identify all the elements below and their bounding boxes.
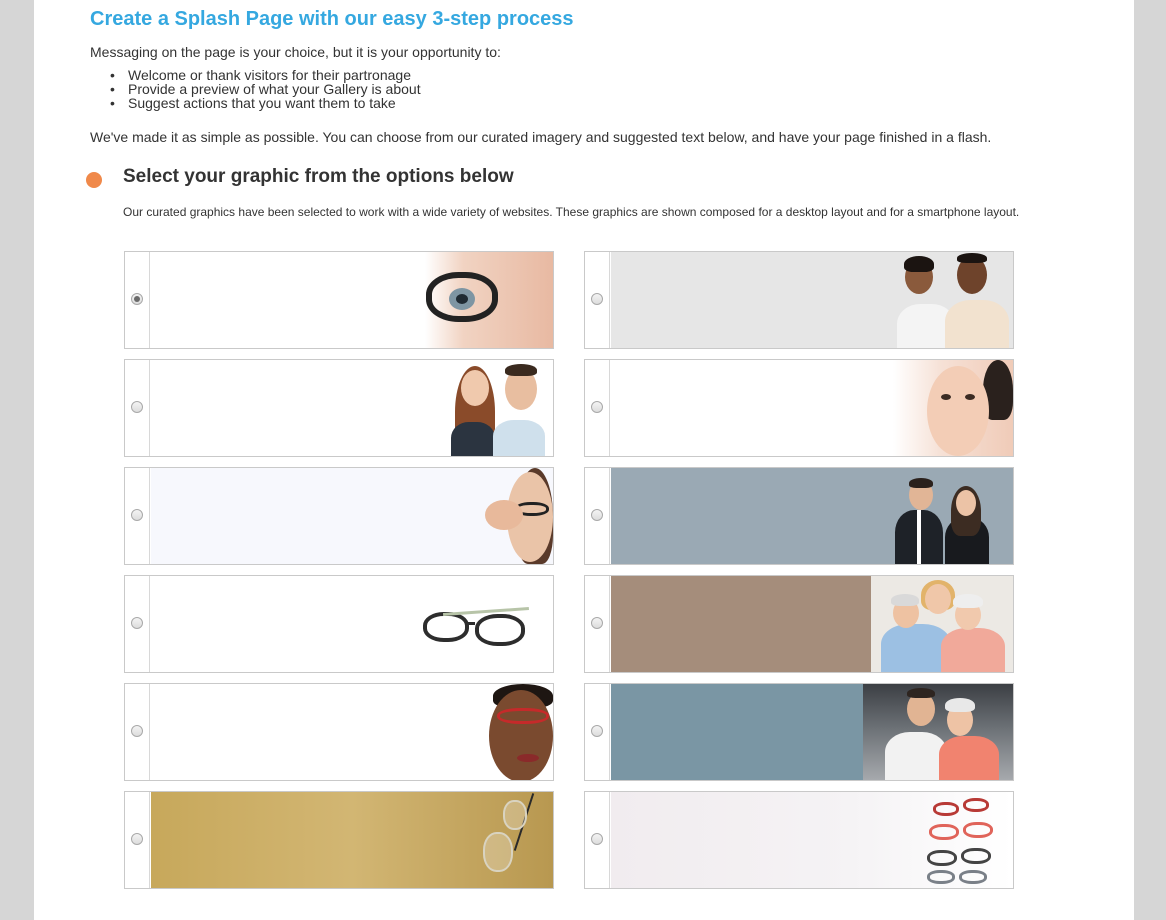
graphic-thumbnail: [151, 252, 553, 348]
graphic-radio[interactable]: [131, 617, 143, 629]
graphic-radio[interactable]: [591, 725, 603, 737]
intro-text: Messaging on the page is your choice, bu…: [90, 44, 501, 60]
page-title: Create a Splash Page with our easy 3-ste…: [90, 8, 574, 30]
graphic-radio[interactable]: [591, 833, 603, 845]
graphic-option-gold-glasses-chain[interactable]: [124, 791, 554, 889]
graphic-thumbnail: [151, 468, 553, 564]
graphic-option-woman-adjusting-glasses[interactable]: [124, 467, 554, 565]
graphic-thumbnail: [611, 684, 1013, 780]
graphic-radio[interactable]: [131, 293, 143, 305]
graphic-option-eyeglasses-product[interactable]: [124, 575, 554, 673]
graphic-thumbnail: [151, 576, 553, 672]
splash-page-panel: Create a Splash Page with our easy 3-ste…: [34, 0, 1134, 920]
step-indicator-dot: [86, 172, 102, 188]
graphic-radio[interactable]: [591, 293, 603, 305]
graphic-radio[interactable]: [591, 401, 603, 413]
graphic-radio[interactable]: [131, 725, 143, 737]
graphic-option-woman-face-portrait[interactable]: [584, 359, 1014, 457]
graphic-thumbnail: [151, 792, 553, 888]
step-heading: Select your graphic from the options bel…: [123, 166, 514, 187]
graphic-option-senior-couple-hug[interactable]: [584, 683, 1014, 781]
graphic-thumbnail: [611, 792, 1013, 888]
graphic-radio[interactable]: [591, 617, 603, 629]
graphic-thumbnail: [611, 252, 1013, 348]
simple-text: We've made it as simple as possible. You…: [90, 129, 992, 145]
graphic-radio[interactable]: [131, 833, 143, 845]
graphic-option-couple-with-glasses[interactable]: [124, 359, 554, 457]
graphic-thumbnail: [611, 576, 1013, 672]
step-description: Our curated graphics have been selected …: [123, 205, 1020, 219]
list-item: Welcome or thank visitors for their part…: [110, 68, 421, 82]
graphic-option-smiling-couple[interactable]: [584, 251, 1014, 349]
graphic-radio[interactable]: [131, 509, 143, 521]
graphic-thumbnail: [151, 360, 553, 456]
list-item: Provide a preview of what your Gallery i…: [110, 82, 421, 96]
graphic-thumbnail: [611, 360, 1013, 456]
list-item: Suggest actions that you want them to ta…: [110, 96, 421, 110]
graphic-option-senior-women-family[interactable]: [584, 575, 1014, 673]
graphic-option-eye-glasses-closeup[interactable]: [124, 251, 554, 349]
graphic-option-business-couple[interactable]: [584, 467, 1014, 565]
graphic-option-woman-red-glasses[interactable]: [124, 683, 554, 781]
graphic-thumbnail: [611, 468, 1013, 564]
opportunity-list: Welcome or thank visitors for their part…: [110, 68, 421, 110]
graphic-thumbnail: [151, 684, 553, 780]
graphic-option-stacked-eyeglasses[interactable]: [584, 791, 1014, 889]
graphic-radio[interactable]: [591, 509, 603, 521]
graphic-radio[interactable]: [131, 401, 143, 413]
